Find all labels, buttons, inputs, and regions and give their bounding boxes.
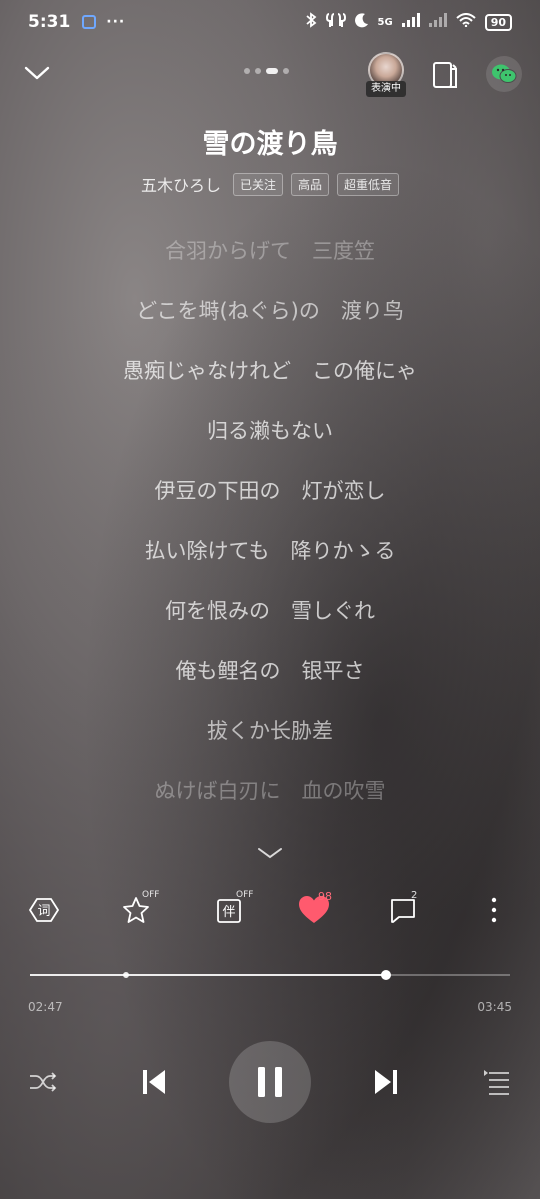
- follow-tag[interactable]: 已关注: [232, 172, 283, 196]
- wechat-icon: [492, 64, 517, 83]
- sound-effect-tag[interactable]: 超重低音: [337, 172, 400, 196]
- comment-count: 2: [411, 890, 418, 901]
- status-bar: 5:31 ··· 5G 90: [0, 0, 540, 44]
- previous-icon: [143, 1070, 165, 1094]
- battery-indicator: 90: [484, 13, 512, 31]
- next-button[interactable]: [370, 1066, 402, 1098]
- accompany-off-badge: OFF: [236, 890, 254, 900]
- playback-controls: [0, 1040, 540, 1124]
- lyric-line[interactable]: どこを塒(ねぐら)の 渡り鸟: [0, 290, 540, 350]
- shuffle-button[interactable]: [26, 1068, 60, 1096]
- comment-button[interactable]: 2: [381, 888, 425, 932]
- sound-effect-button[interactable]: OFF: [114, 888, 160, 932]
- lyric-line[interactable]: 愚痴じゃなけれど この俺にゃ: [0, 350, 540, 410]
- lyric-line[interactable]: 归る濑もない: [0, 410, 540, 470]
- previous-button[interactable]: [138, 1066, 170, 1098]
- lyric-line[interactable]: 払い除けても 降りかゝる: [0, 530, 540, 590]
- lyrics-panel[interactable]: 合羽からげて 三度笠 どこを塒(ねぐら)の 渡り鸟 愚痴じゃなけれど この俺にゃ…: [0, 230, 540, 830]
- accompany-button[interactable]: 伴 OFF: [208, 888, 254, 932]
- wifi-icon: [456, 13, 476, 31]
- bluetooth-icon: [305, 12, 317, 32]
- do-not-disturb-icon: [354, 12, 369, 32]
- progress-thumb[interactable]: [381, 970, 392, 980]
- lyric-line[interactable]: 俺も鲤名の 银平さ: [0, 650, 540, 710]
- status-indicators: 5G 90: [305, 12, 512, 32]
- svg-text:词: 词: [37, 904, 50, 919]
- svg-text:伴: 伴: [222, 905, 235, 920]
- signal-icon: [401, 13, 420, 31]
- expand-chevron-icon[interactable]: [255, 843, 285, 863]
- lyric-line[interactable]: 合羽からげて 三度笠: [0, 230, 540, 290]
- page-dot: [255, 68, 261, 74]
- collapse-chevron-icon[interactable]: [22, 58, 52, 88]
- progress-slider[interactable]: [30, 970, 510, 980]
- progress-fill: [30, 974, 387, 976]
- more-options-button[interactable]: [472, 888, 516, 932]
- status-time: 5:31: [28, 12, 71, 32]
- status-more-dots: ···: [106, 14, 126, 30]
- network-label: 5G: [377, 16, 393, 28]
- lyrics-mode-button[interactable]: 词: [22, 888, 66, 932]
- app-notification-icon: [82, 15, 97, 29]
- song-title: 雪の渡り鳥: [202, 129, 338, 160]
- device-switch-icon[interactable]: [430, 60, 460, 90]
- lyric-line[interactable]: 何を恨みの 雪しぐれ: [0, 590, 540, 650]
- effect-off-badge: OFF: [142, 890, 160, 900]
- artist-name[interactable]: 五木ひろし: [141, 172, 221, 196]
- player-top-bar: 表演中: [0, 48, 540, 100]
- like-count: 98: [318, 890, 332, 903]
- page-dot: [244, 68, 250, 74]
- current-time: 02:47: [28, 1000, 63, 1014]
- lyric-line[interactable]: 拔くか长胁差: [0, 710, 540, 770]
- signal-2-icon: [428, 13, 447, 31]
- next-icon: [375, 1070, 397, 1094]
- pause-icon: [258, 1067, 282, 1097]
- total-time: 03:45: [477, 1000, 512, 1014]
- playlist-icon: [484, 1070, 509, 1095]
- song-meta: 五木ひろし 已关注 高品 超重低音: [0, 172, 540, 196]
- shuffle-icon: [30, 1072, 57, 1092]
- page-indicator: [244, 68, 289, 74]
- page-dot: [283, 68, 289, 74]
- progress-marker: [123, 972, 129, 978]
- lyric-line[interactable]: ぬけば白刃に 血の吹雪: [0, 770, 540, 830]
- pause-button[interactable]: [229, 1041, 311, 1123]
- action-row: 词 OFF 伴 OFF 2: [0, 888, 540, 932]
- more-vertical-icon: [491, 897, 497, 923]
- lyric-line[interactable]: 伊豆の下田の 灯が恋し: [0, 470, 540, 530]
- live-performer-avatar[interactable]: 表演中: [366, 52, 406, 98]
- page-dot-active: [266, 68, 278, 74]
- playlist-button[interactable]: [480, 1066, 514, 1098]
- lyrics-hexagon-icon: 词: [29, 898, 59, 922]
- quality-tag[interactable]: 高品: [291, 172, 330, 196]
- earbuds-icon: [325, 12, 346, 32]
- wechat-share-button[interactable]: [486, 56, 522, 92]
- performing-badge: 表演中: [366, 81, 406, 97]
